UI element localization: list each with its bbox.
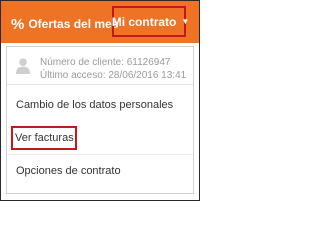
contract-dropdown-menu: Número de cliente: 61126947 Último acces… — [6, 46, 194, 194]
user-avatar-icon — [16, 58, 30, 74]
menu-item-view-invoices[interactable]: Ver facturas — [7, 126, 193, 150]
percent-icon: % — [11, 15, 25, 33]
account-info: Número de cliente: 61126947 Último acces… — [7, 47, 193, 85]
my-contract-button[interactable]: Mi contrato ▼ — [111, 6, 190, 37]
page-frame: % Ofertas del mes Mi contrato ▼ Número d… — [0, 0, 200, 201]
offers-link[interactable]: % Ofertas del mes — [11, 16, 118, 32]
last-access: Último acceso: 28/06/2016 13:41 — [40, 70, 187, 81]
top-bar: % Ofertas del mes Mi contrato ▼ — [1, 1, 199, 43]
caret-down-icon: ▼ — [181, 17, 190, 26]
menu-item-label: Opciones de contrato — [16, 165, 121, 177]
menu-item-label: Ver facturas — [15, 132, 74, 144]
menu-item-change-personal-data[interactable]: Cambio de los datos personales — [7, 93, 193, 117]
my-contract-label: Mi contrato — [111, 14, 177, 29]
client-number: Número de cliente: 61126947 — [40, 57, 171, 68]
offers-label: Ofertas del mes — [28, 17, 119, 31]
menu-item-label: Cambio de los datos personales — [16, 99, 174, 111]
menu-item-contract-options[interactable]: Opciones de contrato — [7, 159, 193, 183]
menu-divider — [7, 154, 193, 155]
